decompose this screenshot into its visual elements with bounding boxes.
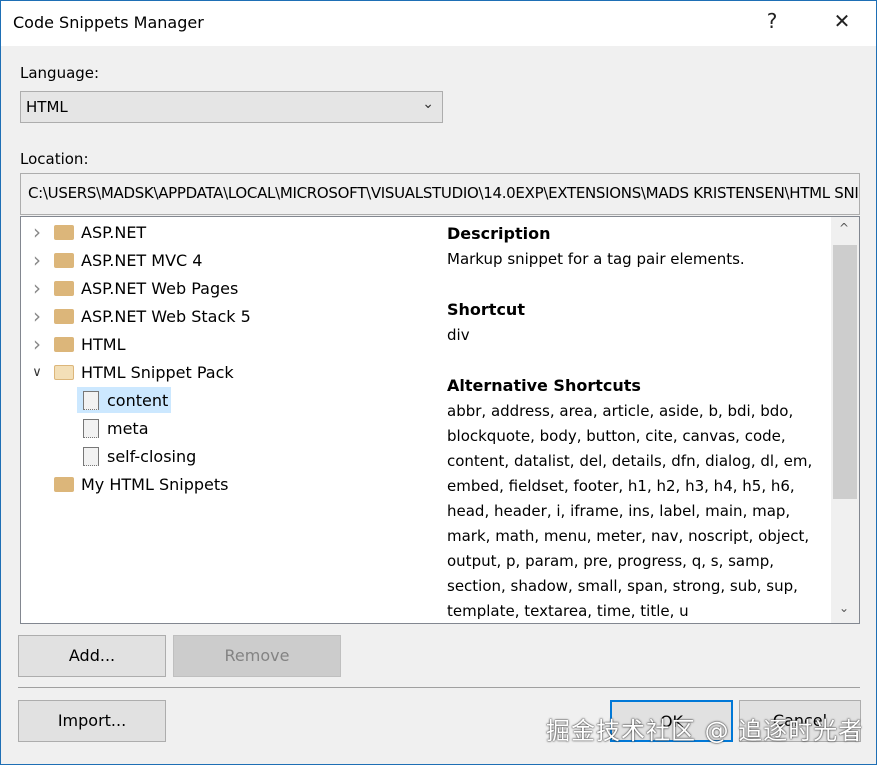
scroll-down-icon[interactable]: ⌄ [839,601,849,615]
tree-item-label: ASP.NET [81,222,147,242]
location-field[interactable]: C:\USERS\MADSK\APPDATA\LOCAL\MICROSOFT\V… [20,173,860,215]
add-button[interactable]: Add... [18,635,166,677]
tree-item-label: ASP.NET MVC 4 [81,250,203,270]
tree-item-label: ASP.NET Web Stack 5 [81,306,251,326]
description-heading: Description [447,224,551,243]
tree-item[interactable]: › ASP.NET MVC 4 [27,247,205,273]
tree-item-label: HTML [81,334,126,354]
tree-item[interactable]: › ASP.NET [27,219,149,245]
folder-icon [54,476,74,492]
folder-open-icon [54,364,74,380]
snippet-file-icon [83,446,99,466]
tree-item-label: My HTML Snippets [81,474,229,494]
chevron-down-icon[interactable]: ∨ [27,365,47,380]
alt-shortcuts-text: abbr, address, area, article, aside, b, … [447,402,813,620]
tree-item-label: content [107,390,169,410]
folder-icon [54,308,74,324]
tree-item-label: meta [107,418,149,438]
folder-icon [54,280,74,296]
folder-icon [54,252,74,268]
location-label: Location: [20,150,89,168]
language-value: HTML [26,98,68,116]
snippet-tree[interactable]: › ASP.NET › ASP.NET MVC 4 › ASP.NET Web Pages… [20,216,441,624]
tree-item[interactable]: › HTML [27,331,129,357]
window-title: Code Snippets Manager [13,13,204,32]
close-button[interactable]: ✕ [827,9,857,33]
shortcut-heading: Shortcut [447,300,525,319]
scrollbar-thumb[interactable] [833,245,857,499]
language-label: Language: [20,64,100,82]
folder-icon [54,336,74,352]
tree-item[interactable]: My HTML Snippets [27,471,231,497]
divider [18,687,860,688]
remove-button[interactable]: Remove [173,635,341,677]
shortcut-text: div [447,326,470,344]
tree-item[interactable]: content [77,387,172,413]
language-select[interactable]: HTML ⌄ [20,91,443,123]
title-bar: Code Snippets Manager ? ✕ [1,1,876,46]
chevron-right-icon[interactable]: › [27,332,47,356]
tree-item-label: HTML Snippet Pack [81,362,234,382]
tree-item[interactable]: › ASP.NET Web Pages [27,275,241,301]
snippet-file-icon [83,390,99,410]
tree-item-label: self-closing [107,446,197,466]
chevron-right-icon[interactable]: › [27,220,47,244]
chevron-down-icon: ⌄ [422,96,434,112]
snippet-file-icon [83,418,99,438]
import-button[interactable]: Import... [18,700,166,742]
tree-item[interactable]: › ASP.NET Web Stack 5 [27,303,254,329]
chevron-right-icon[interactable]: › [27,276,47,300]
scroll-up-icon[interactable]: ^ [839,221,849,235]
folder-icon [54,224,74,240]
tree-item-label: ASP.NET Web Pages [81,278,239,298]
tree-item[interactable]: ∨ HTML Snippet Pack [27,359,237,385]
watermark: 掘金技术社区 @ 追逐时光者 [546,717,864,745]
chevron-right-icon[interactable]: › [27,304,47,328]
tree-item[interactable]: self-closing [77,443,199,469]
help-button[interactable]: ? [757,9,787,33]
details-scrollbar[interactable]: ^ ⌄ [831,217,859,623]
tree-item[interactable]: meta [77,415,152,441]
alt-shortcuts-heading: Alternative Shortcuts [447,376,641,395]
details-panel: Description Markup snippet for a tag pai… [440,216,860,624]
description-text: Markup snippet for a tag pair elements. [447,250,745,268]
chevron-right-icon[interactable]: › [27,248,47,272]
